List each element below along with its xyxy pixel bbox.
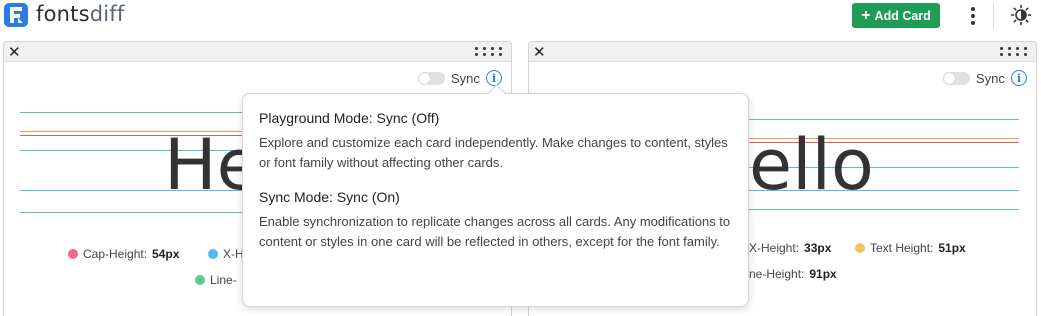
drag-handle-icon[interactable]: [1000, 47, 1027, 57]
sync-info-tooltip: Playground Mode: Sync (Off) Explore and …: [242, 93, 749, 307]
sync-label: Sync: [451, 70, 480, 86]
playground-mode-text: Explore and customize each card independ…: [259, 135, 728, 170]
x-height-metric: X-H: [208, 247, 244, 261]
metric-label: Text Height:: [870, 241, 934, 255]
drag-handle-icon[interactable]: [475, 47, 502, 57]
card-toolbar: ✕: [4, 42, 511, 62]
card-toolbar: ✕: [529, 42, 1036, 62]
more-vertical-icon[interactable]: [966, 4, 980, 28]
sync-label: Sync: [976, 70, 1005, 86]
app-name[interactable]: fontsdiff: [36, 2, 125, 26]
metric-label: X-H: [223, 247, 244, 261]
close-icon[interactable]: ✕: [8, 42, 21, 62]
metric-label: ne-Height:: [749, 267, 805, 281]
metric-value: 54px: [152, 247, 180, 261]
fontsdiff-logo-icon[interactable]: [4, 3, 28, 27]
app-name-accent: diff: [89, 2, 125, 26]
sync-toggle[interactable]: [418, 71, 445, 85]
metric-label: Cap-Height:: [83, 247, 148, 261]
sync-control: Sync i: [418, 70, 502, 86]
sync-mode-title: Sync Mode: Sync (On): [259, 189, 400, 205]
sync-toggle[interactable]: [943, 71, 970, 85]
x-height-dot: [208, 249, 218, 259]
text-height-metric: Text Height: 51px: [855, 241, 966, 255]
line-height-dot: [195, 275, 205, 285]
sync-mode-text: Enable synchronization to replicate chan…: [259, 214, 731, 249]
metric-value: 51px: [938, 241, 966, 255]
cap-height-dot: [68, 249, 78, 259]
metric-label: X-Height:: [749, 241, 800, 255]
app-name-main: fonts: [36, 2, 90, 26]
x-height-metric: X-Height: 33px: [749, 241, 831, 255]
text-height-dot: [855, 243, 865, 253]
plus-icon: +: [861, 6, 871, 24]
line-height-metric: ne-Height: 91px: [749, 267, 837, 281]
metric-label: Line-: [210, 273, 237, 287]
add-card-button[interactable]: + Add Card: [852, 3, 940, 28]
sample-text[interactable]: ello: [749, 130, 874, 200]
header-divider: [993, 3, 994, 29]
sun-icon[interactable]: [1010, 4, 1032, 26]
metric-value: 91px: [809, 267, 837, 281]
line-height-metric: Line-: [195, 273, 237, 287]
metric-value: 33px: [804, 241, 832, 255]
close-icon[interactable]: ✕: [533, 42, 546, 62]
cap-height-metric: Cap-Height: 54px: [68, 247, 179, 261]
playground-mode-title: Playground Mode: Sync (Off): [259, 110, 440, 126]
top-bar: fontsdiff + Add Card: [0, 0, 1041, 34]
info-icon[interactable]: i: [485, 70, 502, 86]
sync-control: Sync i: [943, 70, 1027, 86]
add-card-label: Add Card: [874, 8, 931, 23]
info-icon[interactable]: i: [1010, 70, 1027, 86]
